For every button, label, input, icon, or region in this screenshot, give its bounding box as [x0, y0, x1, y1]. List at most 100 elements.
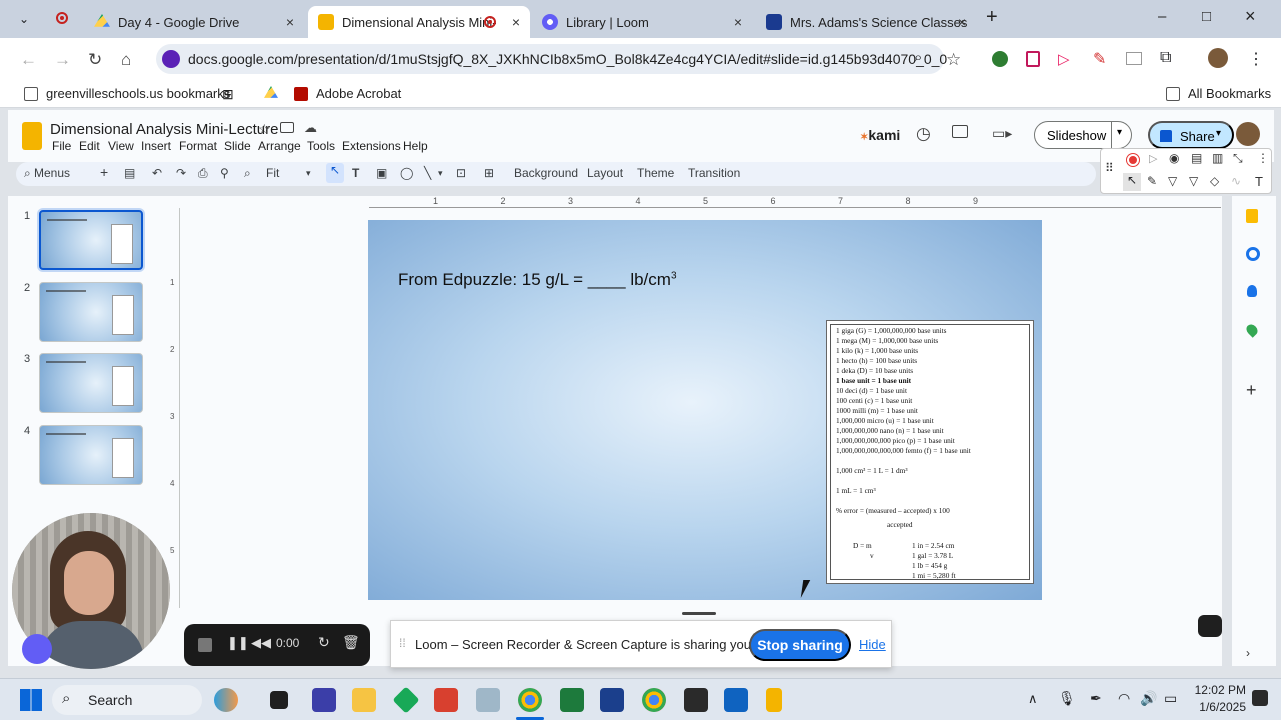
back-icon[interactable]: ← [20, 50, 37, 70]
marker-icon[interactable]: ▽ [1189, 174, 1198, 188]
laser-icon[interactable]: ∿ [1231, 174, 1241, 188]
news-widget-icon[interactable] [214, 688, 238, 712]
new-tab-button[interactable]: + [986, 6, 998, 29]
video-icon[interactable]: ▷ [1149, 152, 1157, 165]
close-tab-icon[interactable]: × [958, 14, 966, 30]
menu-insert[interactable]: Insert [141, 139, 171, 153]
more-icon[interactable]: ⋮ [1257, 151, 1269, 165]
history-icon[interactable]: ◷ [916, 124, 931, 144]
chrome-icon[interactable] [518, 688, 542, 712]
menu-edit[interactable]: Edit [79, 139, 100, 153]
rewind-icon[interactable]: ◀◀ [251, 635, 271, 651]
tab-slides[interactable]: Dimensional Analysis Mini- × [308, 6, 530, 38]
extension-icon[interactable] [1026, 51, 1040, 67]
slideshow-button[interactable]: Slideshow ▾ [1034, 121, 1132, 149]
menu-help[interactable]: Help [403, 139, 428, 153]
google-slides-icon[interactable] [766, 688, 782, 712]
clock-time[interactable]: 12:02 PM [1192, 683, 1246, 697]
extension-icon[interactable] [1126, 52, 1142, 65]
bookmark-folder[interactable]: greenvilleschools.us bookmarks [24, 86, 230, 101]
zoom-icon[interactable]: ⌕ [914, 49, 922, 66]
eraser-icon[interactable]: ◇ [1210, 174, 1219, 188]
file-explorer-icon[interactable] [352, 688, 376, 712]
tasks-icon[interactable] [1246, 247, 1260, 261]
bookmark-star-icon[interactable]: ☆ [946, 50, 961, 70]
chrome-menu-icon[interactable]: ⋮ [1248, 49, 1264, 69]
wifi-icon[interactable]: ◠ [1118, 690, 1130, 707]
close-tab-icon[interactable]: × [286, 14, 294, 30]
stop-recording-icon[interactable] [198, 638, 212, 652]
add-addon-icon[interactable]: + [1246, 380, 1257, 401]
line-icon[interactable]: ╲ [424, 166, 431, 180]
hide-button[interactable]: Hide [859, 637, 886, 652]
address-bar[interactable]: docs.google.com/presentation/d/1muStsjgf… [156, 44, 947, 74]
tab-google-drive[interactable]: Day 4 - Google Drive × [84, 6, 304, 38]
app-icon[interactable] [684, 688, 708, 712]
outlook-icon[interactable] [724, 688, 748, 712]
expand-panel-icon[interactable]: › [1246, 646, 1250, 660]
trash-icon[interactable]: ▥ [1212, 151, 1223, 165]
slides-logo-icon[interactable] [22, 122, 42, 150]
taskbar-search-box[interactable]: ⌕ Search [52, 685, 202, 715]
slide-thumbnail-3[interactable] [39, 353, 143, 413]
transition-button[interactable]: Transition [688, 166, 740, 180]
chevron-down-icon[interactable]: ▾ [1216, 128, 1221, 139]
app-icon[interactable] [476, 688, 500, 712]
tab-search-icon[interactable]: ⌄ [14, 10, 34, 28]
volume-icon[interactable]: 🔊 [1140, 690, 1157, 707]
microphone-icon[interactable]: 🎙 [1058, 690, 1076, 707]
chevron-down-icon[interactable]: ▾ [438, 168, 443, 179]
reference-sheet-image[interactable]: 1 giga (G) = 1,000,000,000 base units 1 m… [826, 320, 1034, 584]
document-title[interactable]: Dimensional Analysis Mini-Lecture [50, 121, 278, 138]
bookmark-adobe[interactable]: Adobe Acrobat [294, 86, 401, 101]
windows-start-icon[interactable] [20, 689, 42, 711]
reload-icon[interactable]: ↻ [88, 50, 102, 70]
extension-icon[interactable] [992, 51, 1008, 67]
app-icon[interactable] [560, 688, 584, 712]
shape-icon[interactable]: ◯ [400, 166, 413, 180]
undo-icon[interactable]: ↶ [152, 166, 162, 180]
url-text[interactable]: docs.google.com/presentation/d/1muStsjgf… [188, 51, 947, 67]
slide-canvas[interactable]: From Edpuzzle: 15 g/L = ____ lb/cm3 1 gi… [368, 220, 1042, 600]
zoom-select[interactable]: Fit [266, 166, 279, 180]
pause-icon[interactable]: ❚❚ [227, 635, 249, 651]
zoom-icon[interactable]: ⌕ [244, 166, 251, 181]
maximize-button[interactable]: □ [1202, 8, 1211, 25]
slide-thumbnail-1[interactable] [39, 210, 143, 270]
drag-handle-icon[interactable]: ⁞⁞ [399, 636, 406, 650]
menu-file[interactable]: File [52, 139, 71, 153]
home-icon[interactable]: ⌂ [121, 50, 131, 70]
chevron-down-icon[interactable]: ▾ [1117, 127, 1122, 138]
theme-button[interactable]: Theme [637, 166, 674, 180]
share-button[interactable]: Share ▾ [1148, 121, 1234, 149]
image-icon[interactable]: ▣ [376, 166, 387, 180]
star-icon[interactable]: ☆ [258, 121, 271, 138]
chat-bubble-icon[interactable] [1198, 615, 1222, 637]
stop-sharing-button[interactable]: Stop sharing [749, 629, 851, 661]
text-box-icon[interactable]: T [352, 166, 359, 180]
menu-slide[interactable]: Slide [224, 139, 251, 153]
keep-icon[interactable] [1246, 209, 1258, 223]
eye-icon[interactable]: ◉ [1169, 151, 1179, 165]
all-bookmarks[interactable]: All Bookmarks [1166, 86, 1271, 101]
tab-loom[interactable]: Library | Loom × [532, 6, 752, 38]
meet-camera-icon[interactable]: ▭▸ [992, 125, 1012, 142]
chrome-icon[interactable] [642, 688, 666, 712]
chevron-down-icon[interactable]: ▾ [306, 168, 311, 179]
highlighter-icon[interactable]: ▽ [1168, 174, 1177, 188]
loom-logo-icon[interactable] [22, 634, 52, 664]
menus-search-icon[interactable]: ⌕ [24, 166, 31, 181]
record-icon[interactable] [1127, 154, 1139, 166]
extension-icon[interactable]: ▷ [1058, 50, 1070, 68]
menu-view[interactable]: View [108, 139, 134, 153]
maps-icon[interactable] [1244, 322, 1260, 338]
clock-date[interactable]: 1/6/2025 [1192, 700, 1246, 714]
minimize-button[interactable]: – [1158, 8, 1166, 25]
contacts-icon[interactable] [1247, 285, 1257, 297]
app-icon[interactable] [392, 686, 420, 714]
background-button[interactable]: Background [514, 166, 578, 180]
collapse-icon[interactable]: ⤡ [1233, 151, 1243, 166]
pen-extension-icon[interactable]: ✎ [1093, 49, 1106, 69]
close-tab-icon[interactable]: × [734, 14, 742, 30]
layout-icon[interactable]: ▤ [124, 166, 135, 180]
